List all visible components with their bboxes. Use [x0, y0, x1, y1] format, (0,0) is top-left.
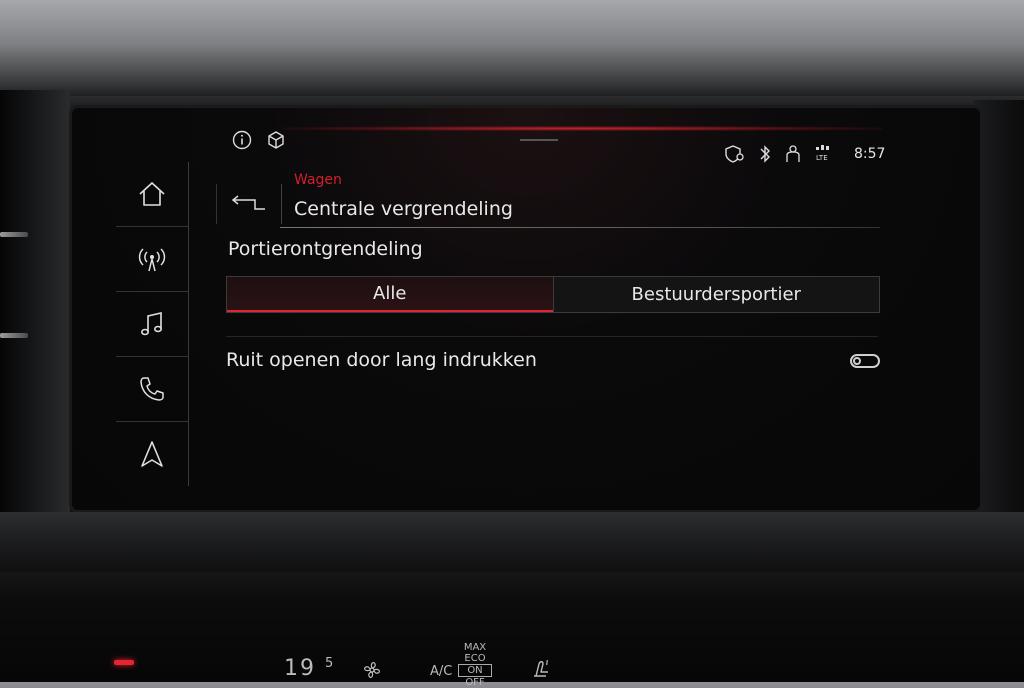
music-icon — [141, 311, 162, 336]
window-open-label: Ruit openen door lang indrukken — [226, 349, 537, 371]
eco-line-on: ON — [458, 664, 492, 677]
header-divider — [280, 227, 880, 228]
pull-down-handle[interactable] — [520, 139, 558, 141]
sidebar-item-home[interactable] — [116, 162, 188, 227]
breadcrumb: Wagen — [294, 172, 342, 188]
temperature-decimal: 5 — [325, 656, 336, 671]
sidebar-item-phone[interactable] — [116, 357, 188, 422]
sidebar-item-navigation[interactable] — [116, 422, 188, 486]
door-unlock-label: Portierontgrendeling — [228, 238, 423, 260]
seat-heating-icon[interactable] — [528, 656, 554, 680]
home-icon — [139, 182, 165, 206]
temperature-display: 19 5 — [284, 656, 335, 681]
phone-icon — [140, 377, 164, 401]
location-shield-icon — [725, 145, 744, 163]
fan-icon[interactable] — [360, 658, 384, 682]
status-led — [114, 660, 134, 665]
radio-icon — [138, 248, 166, 272]
bluetooth-icon — [760, 145, 770, 163]
air-vent — [0, 90, 70, 530]
status-bar-right: LTE 8:57 — [724, 144, 885, 164]
max-eco-button[interactable]: MAX ECO ON OFF — [458, 642, 492, 688]
toggle-knob — [853, 357, 861, 365]
package-icon[interactable] — [266, 130, 286, 150]
eco-line-max: MAX — [463, 642, 487, 653]
svg-text:LTE: LTE — [816, 154, 828, 162]
segment-all[interactable]: Alle — [227, 277, 553, 312]
lte-signal-icon: LTE — [816, 145, 829, 162]
status-bar-left — [232, 130, 286, 150]
info-icon[interactable] — [232, 130, 252, 150]
dashboard-bezel-right — [974, 100, 1024, 520]
clock: 8:57 — [854, 146, 886, 162]
sidebar — [116, 162, 189, 486]
section-divider — [226, 336, 878, 337]
back-button[interactable] — [216, 184, 282, 224]
eco-line-eco: ECO — [464, 653, 486, 664]
back-arrow-icon — [231, 195, 265, 210]
dashboard-bezel-top — [0, 0, 1024, 96]
window-open-toggle[interactable] — [850, 354, 880, 368]
person-icon — [786, 145, 800, 162]
door-unlock-segmented-control: Alle Bestuurdersportier — [226, 276, 880, 313]
temperature-value: 19 — [284, 656, 316, 681]
segment-driver-door[interactable]: Bestuurdersportier — [552, 277, 879, 312]
eco-line-off: OFF — [465, 677, 485, 688]
sidebar-item-radio[interactable] — [116, 227, 188, 292]
sidebar-item-media[interactable] — [116, 292, 188, 357]
ac-button[interactable]: A/C — [430, 664, 452, 679]
navigation-icon — [141, 441, 163, 467]
page-title: Centrale vergrendeling — [294, 198, 513, 220]
dashboard-trim — [0, 512, 1024, 572]
infotainment-screen: LTE 8:57 Wagen Centrale vergrendeling Po… — [72, 108, 980, 510]
status-glow — [282, 126, 882, 131]
